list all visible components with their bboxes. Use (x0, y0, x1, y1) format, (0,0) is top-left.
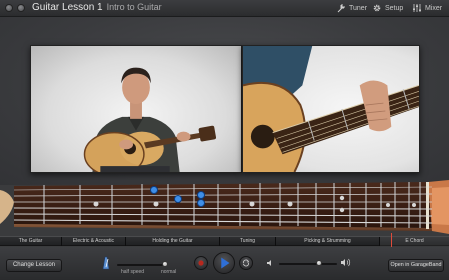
lesson-subtitle: Intro to Guitar (106, 2, 162, 12)
speed-slider[interactable] (117, 264, 167, 266)
speed-normal-label: normal (161, 269, 177, 275)
close-window-button[interactable] (5, 4, 13, 12)
note-marker (197, 199, 205, 207)
mixer-label: Mixer (425, 4, 443, 12)
chapter-item[interactable]: Tuning (220, 237, 276, 246)
tuner-button[interactable]: Tuner (336, 3, 367, 13)
speed-slow-label: half speed (121, 269, 145, 275)
speed-slider-knob[interactable] (162, 261, 168, 267)
mixer-icon (413, 4, 421, 12)
record-icon (198, 260, 204, 266)
chapter-item[interactable]: Electric & Acoustic (62, 237, 126, 246)
closeup-image (243, 46, 419, 172)
instructor-image (83, 67, 217, 172)
tuning-fork-icon (337, 4, 345, 13)
lesson-stage (0, 17, 449, 185)
note-marker (174, 195, 182, 203)
chapter-bar: The Guitar Electric & Acoustic Holding t… (0, 236, 449, 246)
control-bar: Change Lesson half speed normal Open in … (0, 247, 449, 280)
cycle-icon (242, 259, 250, 267)
volume-high-icon (341, 258, 351, 267)
playhead-marker[interactable] (391, 233, 392, 247)
volume-slider-knob[interactable] (316, 260, 322, 266)
volume-slider[interactable] (279, 263, 337, 265)
animated-fretboard (0, 178, 449, 236)
tuner-label: Tuner (349, 4, 368, 12)
chapter-item[interactable]: Holding the Guitar (126, 237, 220, 246)
note-marker (150, 186, 158, 194)
play-button[interactable] (213, 252, 235, 274)
play-icon (221, 257, 230, 269)
cycle-button[interactable] (239, 256, 253, 270)
setup-label: Setup (385, 4, 404, 12)
record-button[interactable] (194, 256, 208, 270)
instructor-video (30, 45, 242, 173)
minimize-window-button[interactable] (17, 4, 25, 12)
metronome-icon[interactable] (101, 256, 111, 270)
volume-low-icon (267, 260, 271, 266)
gear-icon (373, 4, 381, 12)
title-bar: Guitar Lesson 1 Intro to Guitar Tuner Set… (0, 0, 449, 17)
lesson-title: Guitar Lesson 1 (32, 2, 103, 13)
setup-button[interactable]: Setup (372, 3, 403, 13)
open-in-garageband-button[interactable]: Open in GarageBand (388, 259, 444, 272)
fretboard-closeup-video (242, 45, 420, 173)
chapter-item[interactable]: The Guitar (0, 237, 62, 246)
change-lesson-button[interactable]: Change Lesson (6, 259, 62, 272)
window-title: Guitar Lesson 1 Intro to Guitar (32, 2, 162, 13)
chapter-item[interactable]: Picking & Strumming (276, 237, 380, 246)
mixer-button[interactable]: Mixer (412, 3, 442, 13)
note-marker (197, 191, 205, 199)
